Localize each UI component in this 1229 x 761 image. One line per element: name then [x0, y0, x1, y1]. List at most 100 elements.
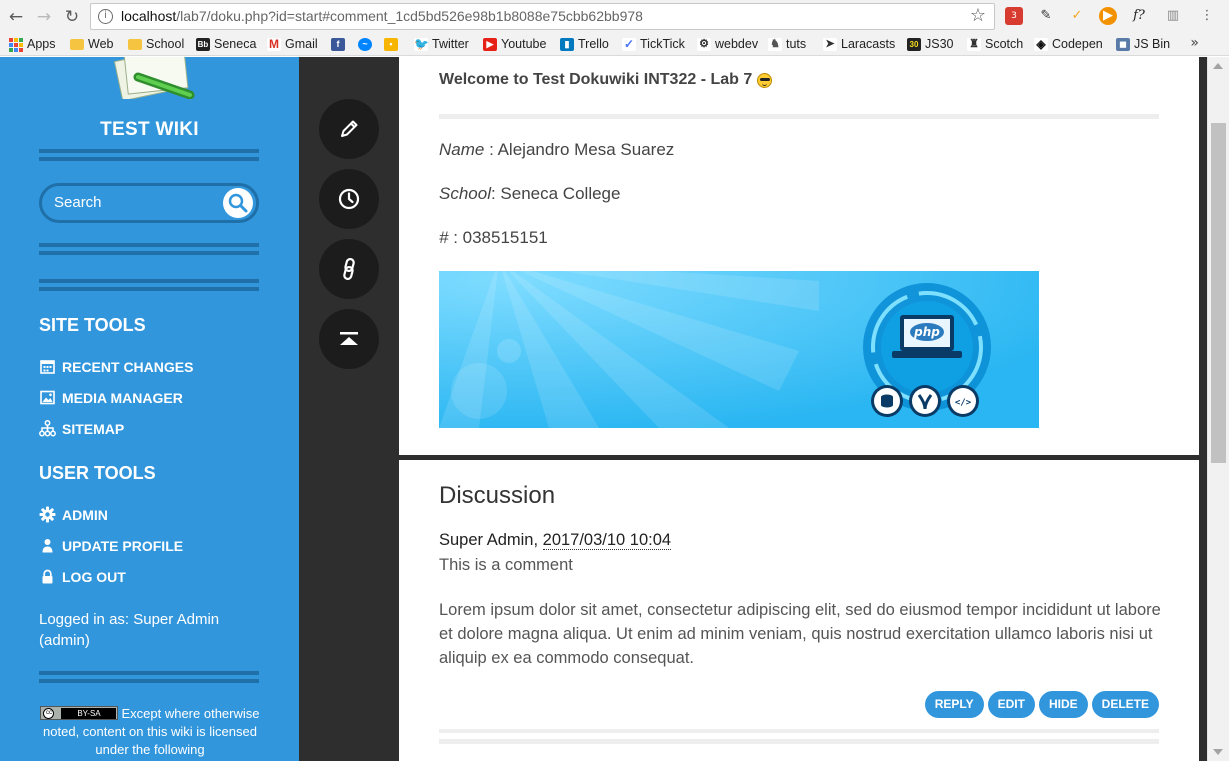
laracasts-icon: ➤ [823, 38, 837, 51]
url-text[interactable]: localhost/lab7/doku.php?id=start#comment… [121, 8, 643, 24]
horizontal-rule [439, 739, 1159, 744]
scroll-down-arrow-icon[interactable] [1213, 749, 1223, 755]
site-tool-label: SITEMAP [62, 420, 125, 437]
js30-icon: 30 [907, 38, 921, 51]
info-icon[interactable]: i [98, 9, 113, 24]
hide-button[interactable]: HIDE [1038, 691, 1088, 718]
search-button[interactable] [223, 188, 253, 218]
clock-icon [338, 188, 360, 210]
bookmark-label: Codepen [1052, 37, 1103, 51]
bookmark-item[interactable]: f [331, 35, 345, 54]
eyedropper-icon[interactable]: ✎ [1037, 7, 1055, 25]
search-icon [228, 193, 248, 213]
bookmark-item[interactable]: ◈ Codepen [1034, 35, 1103, 54]
site-title[interactable]: TEST WIKI [0, 119, 299, 141]
back-to-top-button[interactable] [319, 309, 379, 369]
section-divider [399, 455, 1199, 460]
user-tool-admin[interactable]: ADMIN [39, 506, 108, 523]
edit-page-button[interactable] [319, 99, 379, 159]
forward-arrow-icon[interactable]: → [33, 6, 55, 28]
site-tool-media-manager[interactable]: MEDIA MANAGER [39, 389, 183, 406]
edit-button[interactable]: EDIT [987, 691, 1035, 718]
bookmark-item[interactable]: ~ [358, 35, 372, 54]
bookmark-item[interactable]: ⚙ webdev [697, 35, 758, 54]
bookmark-item[interactable]: ◼ JS Bin [1116, 35, 1170, 54]
divider [39, 671, 259, 683]
reply-button[interactable]: REPLY [924, 691, 984, 718]
bookmark-label: tuts [786, 37, 807, 51]
image-icon [39, 389, 56, 406]
gmail-icon: M [267, 37, 281, 51]
comment-date[interactable]: 2017/03/10 10:04 [542, 531, 672, 550]
bookmark-item[interactable]: ➤ Laracasts [823, 35, 895, 54]
bookmark-item[interactable]: M Gmail [267, 35, 318, 54]
arrow-top-icon [340, 332, 358, 345]
bookmark-item[interactable]: ▶ Youtube [483, 35, 546, 54]
number-value: : 038515151 [448, 228, 548, 247]
bookmark-label: Twitter [432, 37, 469, 51]
php-banner-image: php </> [439, 271, 1039, 428]
bookmark-item[interactable]: Bb Seneca [196, 35, 256, 54]
bookmark-label: Gmail [285, 37, 318, 51]
back-arrow-icon[interactable]: ← [5, 6, 27, 28]
scroll-up-arrow-icon[interactable] [1213, 63, 1223, 69]
user-tool-update-profile[interactable]: UPDATE PROFILE [39, 537, 183, 554]
discussion-title: Discussion [439, 482, 556, 509]
page-scrollbar[interactable] [1207, 57, 1229, 761]
bookmark-item[interactable]: Apps [9, 35, 56, 54]
horizontal-rule [439, 729, 1159, 733]
bookmarks-bar: Apps Web School Bb Seneca M Gmail f ~ • 🐦 Twitter ▶ Y… [0, 33, 1229, 56]
bookmark-star-icon[interactable]: ☆ [970, 5, 986, 26]
scrollbar-thumb[interactable] [1211, 123, 1226, 463]
page-tools [299, 57, 399, 761]
bookmark-item[interactable]: ✓ TickTick [622, 35, 685, 54]
bookmarks-overflow-icon[interactable]: » [1190, 35, 1199, 51]
bookmark-item[interactable]: 30 JS30 [907, 35, 954, 54]
search-input[interactable]: Search [54, 194, 102, 211]
font-extension-icon[interactable]: f? [1130, 7, 1148, 25]
user-tool-log-out[interactable]: LOG OUT [39, 568, 126, 585]
content-gutter [1199, 57, 1207, 761]
bookmark-item[interactable]: 🐦 Twitter [414, 35, 469, 54]
link-icon [343, 257, 355, 281]
bookmark-item[interactable]: ♜ Scotch [967, 35, 1023, 54]
sidebar-extension-icon[interactable]: ▥ [1164, 7, 1182, 25]
site-tool-sitemap[interactable]: SITEMAP [39, 420, 124, 437]
menu-icon[interactable]: ⋮ [1198, 7, 1216, 25]
cool-emoji-icon [757, 72, 773, 88]
bookmark-item[interactable]: School [128, 35, 184, 54]
bookmark-label: Youtube [501, 37, 547, 51]
extension-badge-icon[interactable]: 3 [1005, 7, 1023, 25]
logged-in-text: Logged in as: Super Admin (admin) [39, 611, 220, 649]
bookmark-item[interactable]: Web [70, 35, 113, 54]
backlinks-button[interactable] [319, 239, 379, 299]
pencil-icon [341, 120, 358, 137]
bookmark-item[interactable]: ♞ tuts [768, 35, 806, 54]
page-content: Welcome to Test Dokuwiki INT322 - Lab 7 … [399, 57, 1199, 761]
site-tools-title: SITE TOOLS [39, 315, 146, 335]
address-bar[interactable]: i localhost/lab7/doku.php?id=start#comme… [90, 3, 995, 30]
old-revisions-button[interactable] [319, 169, 379, 229]
bookmark-label: Apps [27, 37, 56, 51]
license-notice: cc BY-SA Except where otherwise noted, con… [30, 705, 270, 759]
scotch-icon: ♜ [967, 38, 981, 51]
search-box[interactable]: Search [39, 183, 259, 223]
site-tool-recent-changes[interactable]: RECENT CHANGES [39, 358, 193, 375]
messenger-icon: ~ [358, 38, 372, 51]
site-tool-label: RECENT CHANGES [62, 358, 194, 375]
bookmark-label: JS30 [925, 37, 954, 51]
school-field: School: Seneca College [439, 184, 620, 204]
codepen-icon: ◈ [1034, 38, 1048, 51]
wiki-logo[interactable] [108, 57, 203, 99]
play-extension-icon[interactable]: ▶ [1099, 7, 1117, 25]
bookmark-label: Web [88, 37, 114, 51]
check-extension-icon[interactable]: ✓ [1068, 7, 1086, 25]
bookmark-item[interactable]: ▮ Trello [560, 35, 609, 54]
sitemap-icon [39, 420, 56, 437]
bookmark-label: Seneca [214, 37, 257, 51]
cc-license-badge[interactable]: cc BY-SA [40, 706, 119, 720]
reload-icon[interactable]: ↻ [61, 6, 83, 28]
delete-button[interactable]: DELETE [1091, 691, 1159, 718]
bookmark-item[interactable]: • [384, 35, 398, 54]
license-badge-text: BY-SA [61, 708, 117, 719]
